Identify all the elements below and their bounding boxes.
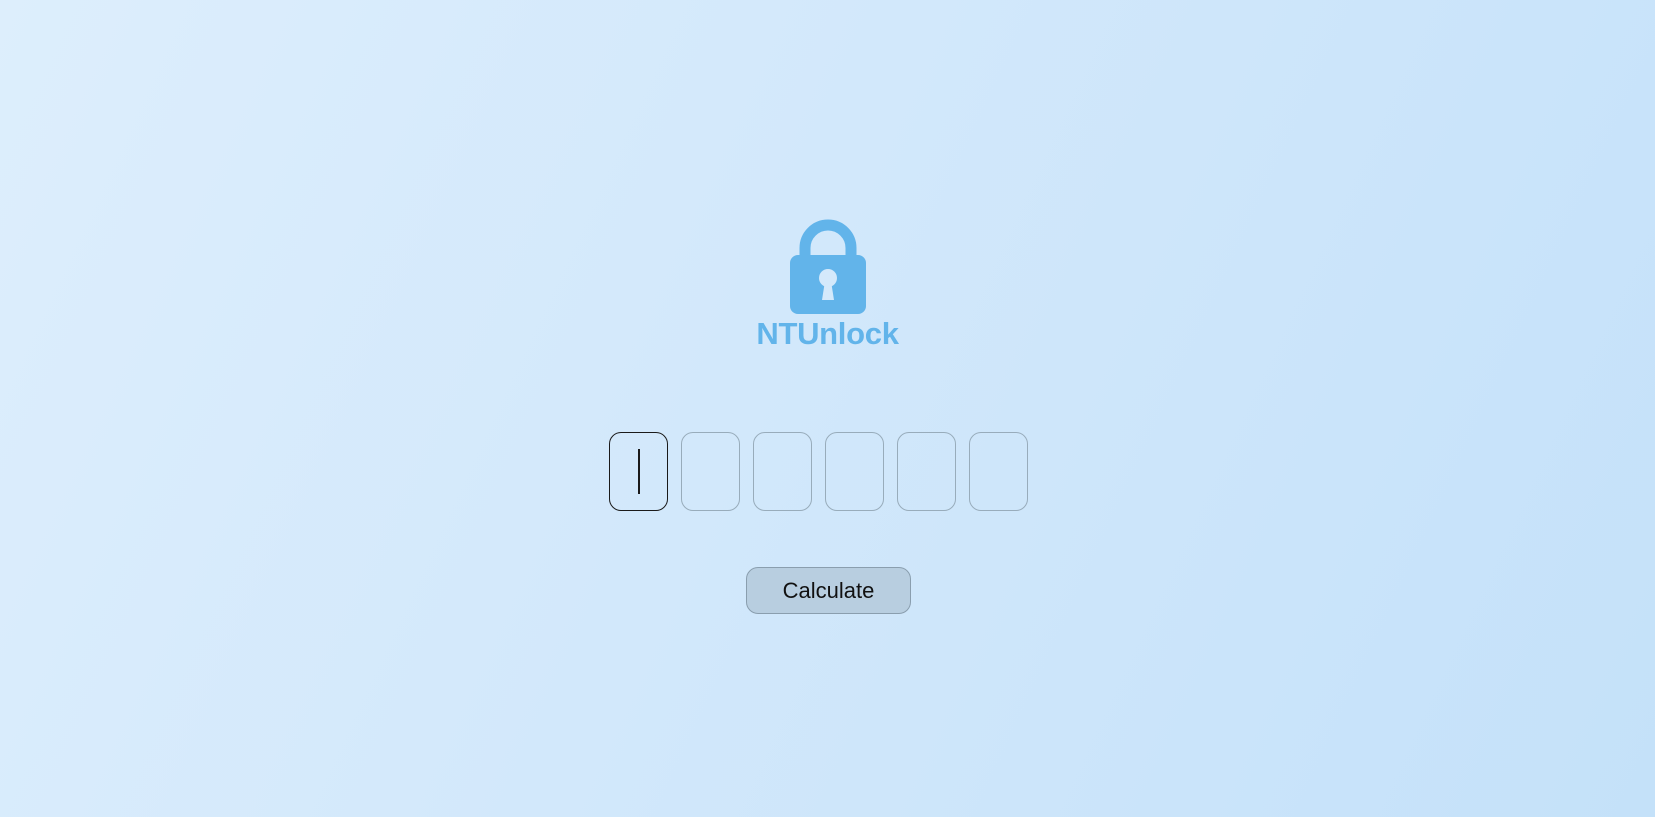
calculate-button[interactable]: Calculate [746, 567, 911, 614]
code-digit-1-wrapper [609, 432, 668, 511]
code-digit-5[interactable] [897, 432, 956, 511]
code-digit-2[interactable] [681, 432, 740, 511]
code-input-row [609, 432, 1028, 511]
app-name: NTUnlock [756, 316, 899, 351]
code-digit-1[interactable] [609, 432, 668, 511]
app-logo: NTUnlock [0, 218, 1655, 349]
code-digit-4[interactable] [825, 432, 884, 511]
code-digit-3[interactable] [753, 432, 812, 511]
code-digit-6[interactable] [969, 432, 1028, 511]
padlock-icon [789, 219, 866, 314]
